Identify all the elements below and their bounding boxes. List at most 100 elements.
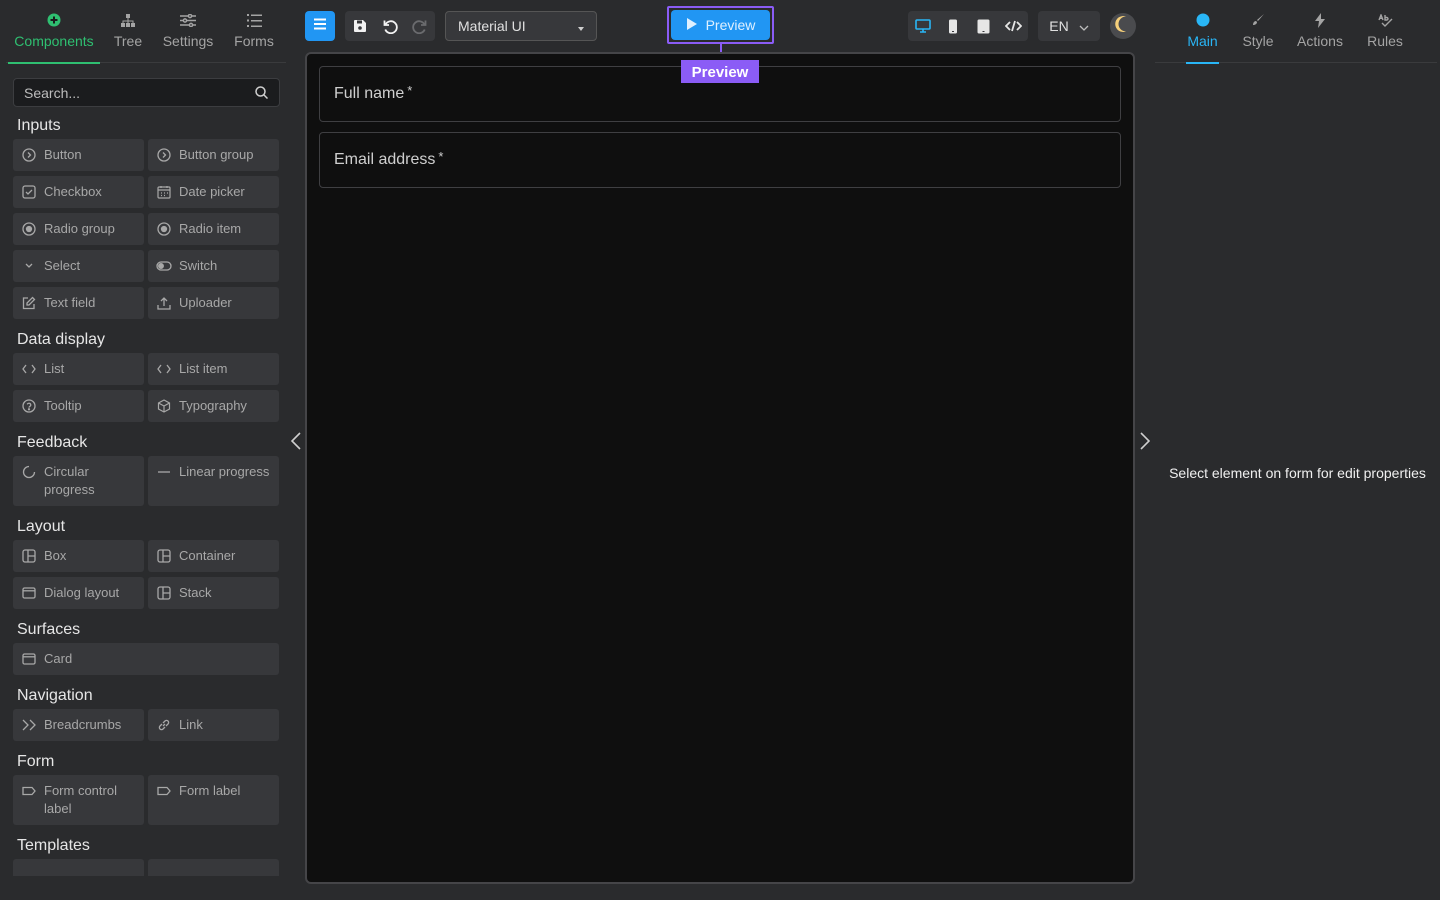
group-surfaces: Card [13,643,279,675]
group-title-form: Form [17,753,55,770]
component-container[interactable]: Container [148,540,279,572]
window-icon [21,584,37,602]
component-radio-item[interactable]: Radio item [148,213,279,245]
component-label: Checkbox [44,184,102,199]
component-template[interactable] [13,859,144,876]
right-panel: Main Style Actions Rules Select element … [1155,0,1440,900]
menu-button[interactable] [305,11,335,41]
email-address-label: Email address [334,151,436,168]
component-label: Box [44,548,67,563]
group-feedback: Circular progress Linear progress [13,456,279,506]
desktop-icon[interactable] [908,11,938,41]
component-list[interactable]: List [13,353,144,385]
component-checkbox[interactable]: Checkbox [13,176,144,208]
component-label: Button group [179,147,254,162]
component-select[interactable]: Select [13,250,144,282]
component-text-field[interactable]: Text field [13,287,144,319]
search-input[interactable] [24,84,253,101]
component-tooltip[interactable]: Tooltip [13,390,144,422]
left-tab-bar: Components Tree Settings Forms [6,0,286,64]
tab-settings[interactable]: Settings [162,0,214,63]
component-label: Text field [44,295,96,310]
tab-rules[interactable]: Rules [1366,0,1404,63]
component-button-group[interactable]: Button group [148,139,279,171]
calendar-icon [156,183,172,201]
collapse-left-panel-button[interactable] [288,431,304,454]
component-link[interactable]: Link [148,709,279,741]
chevron-down-icon [1079,18,1089,34]
tab-style-label: Style [1242,33,1274,49]
tab-main[interactable]: Main [1186,0,1219,64]
component-button[interactable]: Button [13,139,144,171]
component-label: Button [44,147,82,162]
tab-forms-label: Forms [234,33,274,49]
editor-toolbar: Material UI Preview Preview EN [287,0,1155,83]
button-icon [21,146,37,164]
tab-actions-label: Actions [1297,33,1343,49]
undo-icon[interactable] [375,11,405,41]
form-canvas: Full name * Email address * [305,52,1135,884]
component-label: Circular progress [44,464,95,497]
link-icon [156,716,172,734]
component-typography[interactable]: Typography [148,390,279,422]
chevron-down-icon [21,257,37,275]
save-icon[interactable] [345,11,375,41]
component-label: Typography [179,398,247,413]
component-label: Radio group [44,221,115,236]
group-title-inputs: Inputs [17,117,61,134]
component-card[interactable]: Card [13,643,279,675]
component-template[interactable] [148,859,279,876]
tab-actions[interactable]: Actions [1296,0,1344,63]
cube-icon [156,397,172,415]
component-radio-group[interactable]: Radio group [13,213,144,245]
language-value: EN [1049,18,1069,34]
group-layout: Box Container Dialog layout Stack [13,540,279,609]
group-templates [13,859,279,876]
chevron-right-icon [1140,431,1151,455]
component-circular-progress[interactable]: Circular progress [13,456,144,506]
component-breadcrumbs[interactable]: Breadcrumbs [13,709,144,741]
component-dialog-layout[interactable]: Dialog layout [13,577,144,609]
tab-tree[interactable]: Tree [110,0,146,63]
component-box[interactable]: Box [13,540,144,572]
tag-icon [21,782,37,800]
language-select[interactable]: EN [1038,11,1100,41]
component-label: Tooltip [44,398,82,413]
component-date-picker[interactable]: Date picker [148,176,279,208]
tab-rules-label: Rules [1367,33,1403,49]
code-view-icon[interactable] [998,11,1028,41]
search-icon[interactable] [253,85,269,101]
tab-forms[interactable]: Forms [233,0,275,63]
component-stack[interactable]: Stack [148,577,279,609]
component-label: Stack [179,585,212,600]
tab-components[interactable]: Components [8,0,100,64]
component-uploader[interactable]: Uploader [148,287,279,319]
collapse-right-panel-button[interactable] [1137,431,1153,455]
component-list: Inputs Button Button group Checkbox Date… [13,113,279,876]
component-form-control-label[interactable]: Form control label [13,775,144,825]
email-address-field[interactable]: Email address * [319,132,1121,188]
layout-icon [156,547,172,565]
theme-toggle[interactable] [1110,13,1136,39]
component-label: Card [44,651,73,666]
layout-icon [156,584,172,602]
redo-icon[interactable] [405,11,435,41]
preview-button[interactable]: Preview [671,10,770,40]
component-list-item[interactable]: List item [148,353,279,385]
rules-icon [1377,11,1393,29]
tab-style[interactable]: Style [1241,0,1275,63]
component-label: Switch [179,258,218,273]
tag-icon [156,782,172,800]
component-label: Select [44,258,81,273]
tab-tree-label: Tree [113,33,143,49]
component-form-label[interactable]: Form label [148,775,279,825]
double-chevron-icon [21,716,37,734]
ui-library-value: Material UI [458,18,526,34]
component-switch[interactable]: Switch [148,250,279,282]
tablet-icon[interactable] [968,11,998,41]
mobile-icon[interactable] [938,11,968,41]
required-mark: * [438,148,444,164]
ui-library-select[interactable]: Material UI [445,11,597,41]
component-linear-progress[interactable]: Linear progress [148,456,279,506]
component-label: Link [179,717,203,732]
